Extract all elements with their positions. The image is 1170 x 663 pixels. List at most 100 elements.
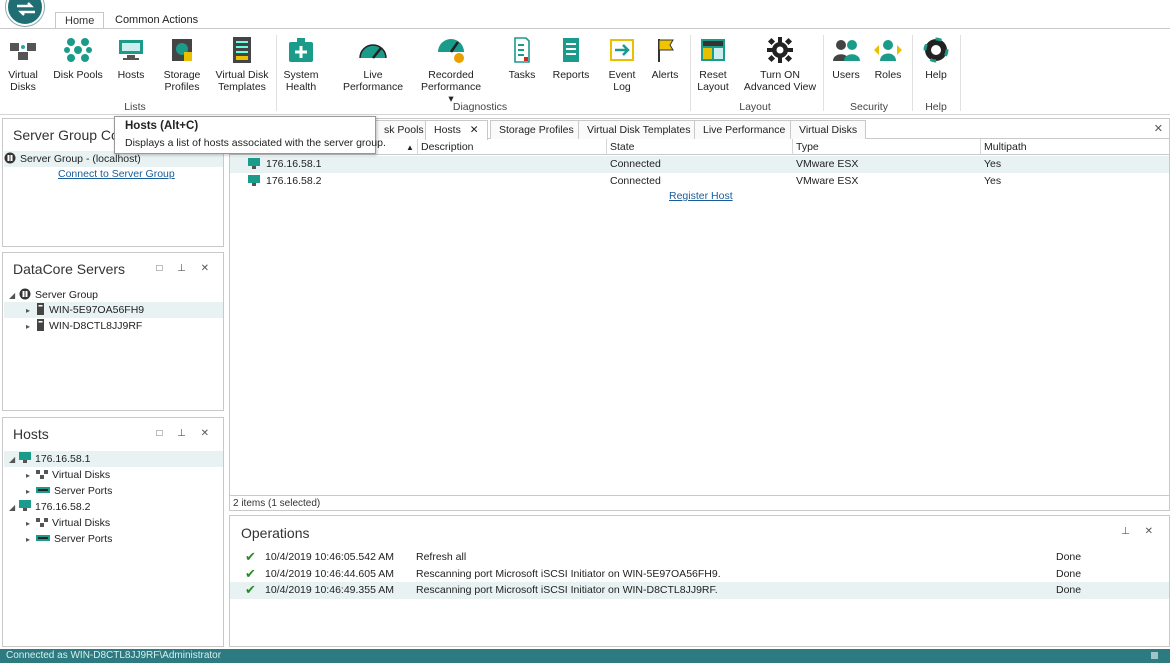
tab-hosts[interactable]: Hosts ✕ (425, 120, 488, 140)
host-monitor-icon (19, 500, 31, 514)
operation-row[interactable]: ✔ 10/4/2019 10:46:49.355 AM Rescanning p… (230, 582, 1169, 599)
tab-virtual-disk-templates[interactable]: Virtual Disk Templates (578, 120, 700, 139)
cell-type: VMware ESX (796, 175, 859, 187)
panel-title: DataCore Servers (13, 261, 126, 277)
storage-profiles-button[interactable]: Storage Profiles (160, 33, 204, 93)
operation-time: 10/4/2019 10:46:49.355 AM (265, 584, 395, 596)
connect-server-group-link[interactable]: Connect to Server Group (58, 166, 175, 182)
server-tower-icon (36, 318, 45, 334)
ribbon-separator (690, 35, 691, 111)
column-multipath[interactable]: Multipath (984, 141, 1027, 153)
group-label-security: Security (850, 101, 888, 113)
ribbon-tab-home[interactable]: Home (55, 12, 105, 29)
advanced-view-button[interactable]: Turn ON Advanced View (742, 33, 818, 93)
hosts-panel: Hosts □ ⊥ ✕ ◢ 176.16.58.1 ▸ Virtual Disk… (2, 417, 224, 647)
status-text: Connected as WIN-D8CTL8JJ9RF\Administrat… (6, 650, 222, 661)
virtual-disks-icon (8, 35, 38, 65)
resize-grip-icon[interactable] (1151, 652, 1158, 659)
tab-close-icon[interactable]: ✕ (470, 124, 479, 136)
system-health-icon (286, 35, 316, 65)
expand-triangle-icon[interactable]: ▸ (26, 471, 36, 480)
panel-window-controls[interactable]: □ ⊥ ✕ (156, 428, 215, 439)
group-label-help: Help (925, 101, 947, 113)
tree-host-item[interactable]: ◢ 176.16.58.1 (4, 451, 223, 467)
checkmark-icon: ✔ (245, 582, 256, 597)
tree-server-ports[interactable]: ▸ Server Ports (26, 531, 112, 547)
alerts-button[interactable]: Alerts (647, 33, 683, 81)
hosts-tooltip: Hosts (Alt+C) Displays a list of hosts a… (114, 116, 386, 154)
register-host-link[interactable]: Register Host (669, 190, 733, 202)
hosts-button[interactable]: Hosts (113, 33, 149, 81)
app-logo-icon[interactable] (6, 0, 44, 26)
tree-server-group[interactable]: ◢ Server Group (9, 287, 98, 303)
disk-pools-button[interactable]: Disk Pools (53, 33, 103, 81)
expand-triangle-icon[interactable]: ▸ (26, 519, 36, 528)
event-log-button[interactable]: Event Log (605, 33, 639, 93)
group-label-lists: Lists (124, 101, 146, 113)
operation-row[interactable]: ✔ 10/4/2019 10:46:05.542 AM Refresh all … (230, 549, 1169, 566)
system-health-button[interactable]: System Health (282, 33, 320, 93)
operation-row[interactable]: ✔ 10/4/2019 10:46:44.605 AM Rescanning p… (230, 566, 1169, 583)
column-description[interactable]: Description (421, 141, 474, 153)
status-bar: Connected as WIN-D8CTL8JJ9RF\Administrat… (0, 649, 1170, 663)
virtual-disk-templates-button[interactable]: Virtual Disk Templates (212, 33, 272, 93)
ribbon-tab-common-actions[interactable]: Common Actions (106, 12, 207, 29)
users-button[interactable]: Users (828, 33, 864, 81)
tab-storage-profiles[interactable]: Storage Profiles (490, 120, 583, 139)
table-row[interactable]: 176.16.58.2 Connected VMware ESX Yes (230, 173, 1169, 190)
tab-live-performance[interactable]: Live Performance (694, 120, 795, 139)
expand-triangle-icon[interactable]: ▸ (26, 487, 36, 496)
grid-status-text: 2 items (1 selected) (230, 495, 1169, 510)
roles-button[interactable]: Roles (870, 33, 906, 81)
expand-triangle-icon[interactable]: ▸ (26, 306, 36, 315)
tasks-icon (507, 35, 537, 65)
live-performance-button[interactable]: Live Performance (332, 33, 414, 93)
table-row[interactable]: 176.16.58.1 Connected VMware ESX Yes (230, 156, 1169, 173)
tasks-button[interactable]: Tasks (505, 33, 539, 81)
tree-host-item[interactable]: ◢ 176.16.58.2 (9, 499, 90, 515)
cell-multipath: Yes (984, 158, 1002, 170)
panel-window-controls[interactable]: □ ⊥ ✕ (156, 263, 215, 274)
expand-triangle-icon[interactable]: ▸ (26, 322, 36, 331)
collapse-triangle-icon[interactable]: ◢ (9, 503, 19, 512)
gear-icon (765, 35, 795, 65)
event-log-icon (607, 35, 637, 65)
ribbon-separator (276, 35, 277, 111)
operation-description: Rescanning port Microsoft iSCSI Initiato… (416, 584, 718, 596)
tab-virtual-disks[interactable]: Virtual Disks (790, 120, 867, 139)
cell-state: Connected (610, 158, 661, 170)
checkmark-icon: ✔ (245, 549, 256, 564)
help-lifebuoy-icon (921, 35, 951, 65)
collapse-triangle-icon[interactable]: ◢ (9, 455, 19, 464)
tree-server-ports[interactable]: ▸ Server Ports (26, 483, 112, 499)
panel-window-controls[interactable]: ⊥ ✕ (1121, 526, 1159, 537)
tree-virtual-disks[interactable]: ▸ Virtual Disks (26, 467, 110, 483)
recorded-performance-button[interactable]: Recorded Performance ▾ (418, 33, 484, 105)
sort-ascending-icon[interactable]: ▲ (406, 143, 414, 152)
virtual-disks-icon (36, 469, 48, 482)
operation-status: Done (1056, 551, 1082, 563)
tree-virtual-disks[interactable]: ▸ Virtual Disks (26, 515, 110, 531)
operation-description: Refresh all (416, 551, 467, 563)
expand-triangle-icon[interactable]: ▸ (26, 535, 36, 544)
host-monitor-icon (19, 452, 31, 466)
recorded-performance-icon (436, 35, 466, 65)
cell-state: Connected (610, 175, 661, 187)
server-ports-icon (36, 533, 50, 546)
group-label-diagnostics: Diagnostics (452, 101, 508, 113)
close-document-icon[interactable]: ✕ (1154, 122, 1163, 135)
help-button[interactable]: Help (918, 33, 954, 81)
host-monitor-icon (248, 158, 260, 172)
reports-button[interactable]: Reports (551, 33, 591, 81)
tooltip-description: Displays a list of hosts associated with… (125, 137, 386, 149)
operation-description: Rescanning port Microsoft iSCSI Initiato… (416, 568, 721, 580)
operation-time: 10/4/2019 10:46:44.605 AM (265, 568, 395, 580)
column-type[interactable]: Type (796, 141, 819, 153)
operations-panel: Operations ⊥ ✕ ✔ 10/4/2019 10:46:05.542 … (229, 515, 1170, 647)
virtual-disks-button[interactable]: Virtual Disks (3, 33, 43, 93)
tree-server-item[interactable]: ▸ WIN-D8CTL8JJ9RF (26, 318, 142, 334)
reset-layout-button[interactable]: Reset Layout (694, 33, 732, 93)
tree-server-item[interactable]: ▸ WIN-5E97OA56FH9 (4, 302, 223, 318)
column-state[interactable]: State (610, 141, 635, 153)
collapse-triangle-icon[interactable]: ◢ (9, 291, 19, 300)
